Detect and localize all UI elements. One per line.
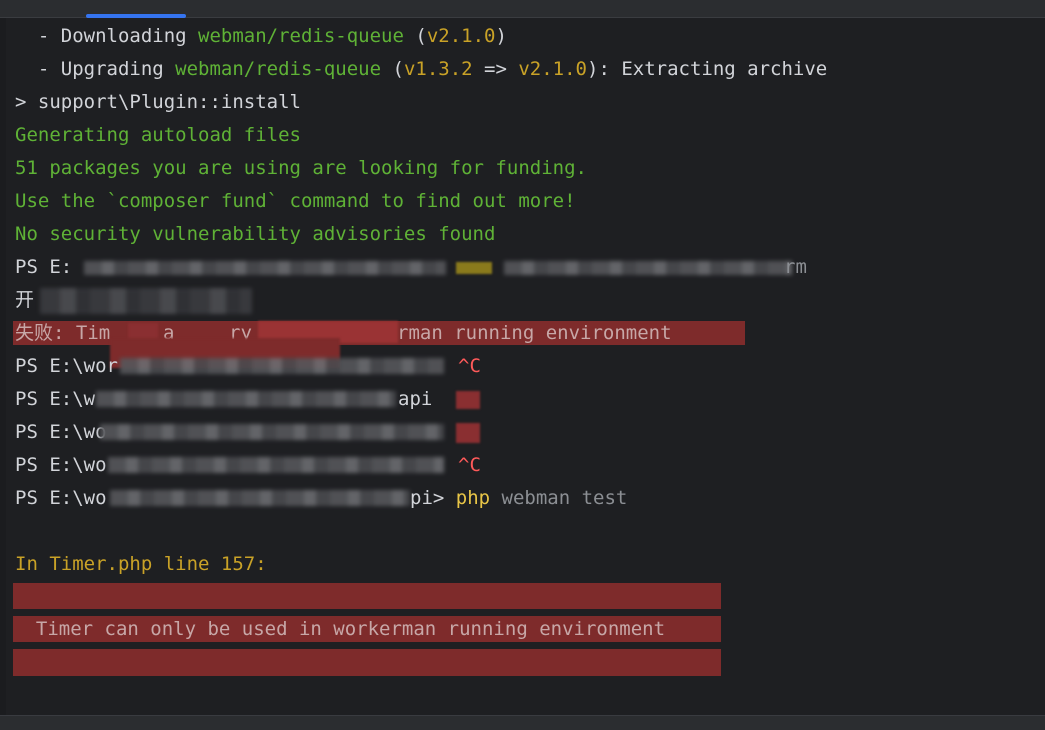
horizontal-scrollbar[interactable] (0, 715, 1045, 730)
error-block-bottom (13, 649, 721, 676)
line-text: ( (403, 25, 427, 47)
terminal-line-funding: 51 packages you are using are looking fo… (15, 157, 587, 179)
terminal-line-downloading: - Downloading webman/redis-queue (v2.1.0… (15, 21, 507, 51)
redacted-text (40, 288, 252, 314)
redacted-path (108, 457, 444, 473)
terminal-prompt-line: PS E:\wor (15, 355, 118, 377)
package-name: webman/redis-queue (198, 25, 404, 47)
error-block-top (13, 583, 721, 609)
redacted-path (84, 261, 446, 275)
line-text: - Downloading (15, 25, 199, 47)
error-message: Timer can only be used in workerman runn… (13, 616, 721, 642)
path-tail: api (398, 388, 433, 410)
redacted-smear (456, 423, 480, 443)
terminal-prompt-line: PS E:\wo (15, 487, 107, 509)
line-text: => (472, 58, 519, 80)
package-name: webman/redis-queue (175, 58, 382, 80)
redacted-path (110, 490, 410, 506)
terminal-prompt-line: PS E: (15, 252, 72, 282)
terminal-prompt-line: PS E:\wo (15, 454, 107, 476)
version-from: v1.3.2 (403, 58, 473, 80)
terminal-line-failure: 失败: Tim (15, 318, 110, 348)
ctrl-c-marker: ^C (458, 454, 481, 476)
terminal-line-autoload: Generating autoload files (15, 124, 301, 146)
version-to: v2.1.0 (518, 58, 587, 80)
redacted-highlight (456, 262, 492, 274)
command-name: php (455, 487, 491, 509)
command-args: webman test (490, 487, 628, 509)
line-text: ) (495, 25, 507, 47)
command-line: pi> php webman test (410, 483, 627, 513)
prompt-text: PS E: (15, 256, 73, 278)
terminal-prompt-line: PS E:\w (15, 388, 96, 410)
line-text: ): Extracting archive (587, 58, 828, 80)
redacted-path (96, 391, 396, 407)
path-tail: pi> (410, 487, 456, 509)
terminal-line-start: 开 (15, 289, 35, 311)
terminal-prompt-line: PS E:\wo (15, 421, 107, 443)
line-text: ( (381, 58, 404, 80)
terminal-line-plugin-install: > support\Plugin::install (15, 91, 301, 113)
ctrl-c-marker: ^C (458, 355, 481, 377)
failure-text: 失败: Tim (15, 322, 111, 344)
failure-text-end: rman running environment (397, 322, 672, 344)
redacted-smear (456, 391, 480, 409)
line-text: - Upgrading (15, 58, 176, 80)
error-heading: In Timer.php line 157: (15, 553, 267, 575)
terminal-output[interactable]: - Downloading webman/redis-queue (v2.1.0… (0, 18, 1040, 710)
line-tail: rm (784, 256, 807, 278)
redacted-path (120, 358, 444, 374)
redacted-path (100, 424, 444, 440)
version-number: v2.1.0 (426, 25, 496, 47)
terminal-line-security: No security vulnerability advisories fou… (15, 223, 496, 245)
terminal-line-upgrading: - Upgrading webman/redis-queue (v1.3.2 =… (15, 54, 827, 84)
terminal-line-composer-fund: Use the `composer fund` command to find … (15, 190, 576, 212)
redacted-path (504, 261, 792, 275)
